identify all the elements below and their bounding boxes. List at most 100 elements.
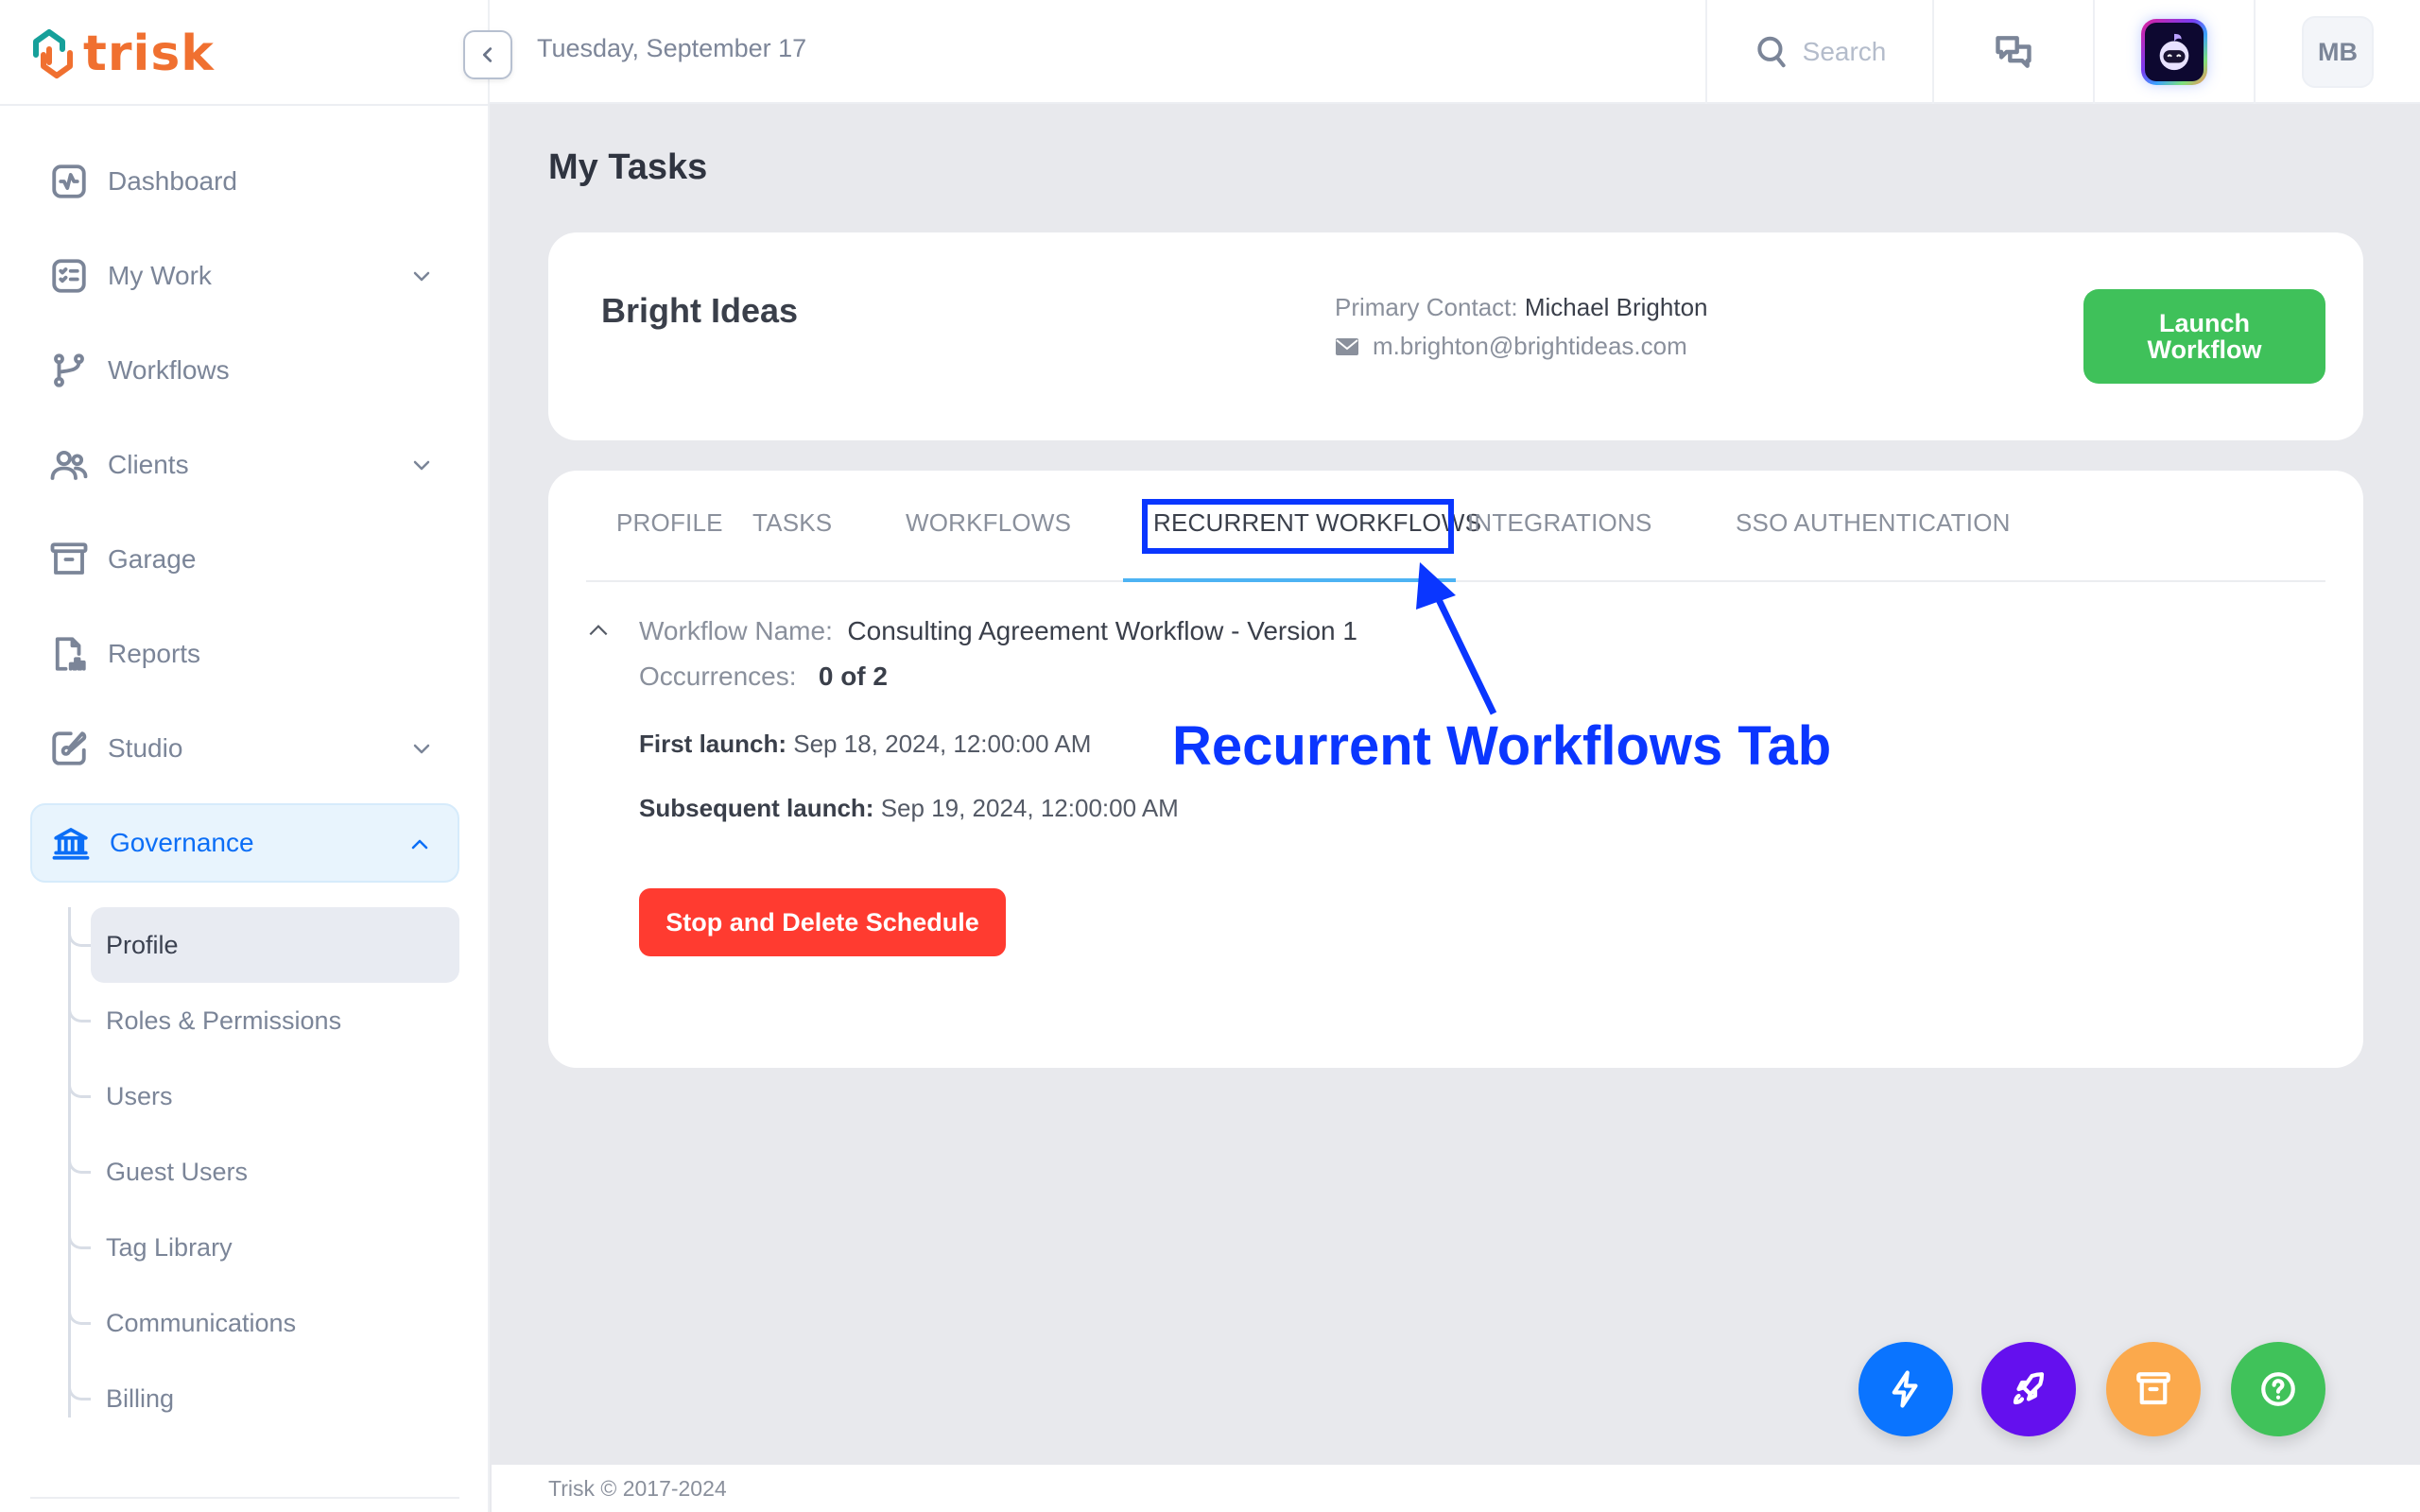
subsequent-launch-row: Subsequent launch: Sep 19, 2024, 12:00:0… xyxy=(639,794,1179,823)
chevron-down-icon[interactable] xyxy=(410,737,433,760)
avatar[interactable]: MB xyxy=(2302,16,2374,88)
occurrences-value: 0 of 2 xyxy=(818,662,888,691)
sidebar-item-studio[interactable]: Studio xyxy=(30,709,459,788)
submenu-item-label: Roles & Permissions xyxy=(106,1005,342,1035)
quick-action-fab[interactable] xyxy=(1858,1342,1953,1436)
user-menu[interactable]: MB xyxy=(2254,0,2420,104)
first-launch-value: Sep 18, 2024, 12:00:00 AM xyxy=(793,730,1092,758)
email-line: m.brighton@brightideas.com xyxy=(1335,332,1708,361)
sidebar-item-clients[interactable]: Clients xyxy=(30,425,459,505)
sidebar-item-label: Governance xyxy=(110,828,254,857)
sidebar-item-label: Studio xyxy=(108,733,183,763)
sidebar-item-label: Clients xyxy=(108,450,189,479)
submenu-item-users[interactable]: Users xyxy=(68,1058,459,1134)
chevron-down-icon[interactable] xyxy=(410,265,433,287)
sidebar-item-dashboard[interactable]: Dashboard xyxy=(30,142,459,221)
chat-button[interactable] xyxy=(1932,0,2093,104)
annotation-label: Recurrent Workflows Tab xyxy=(1172,715,1832,777)
tab-workflows[interactable]: WORKFLOWS xyxy=(906,508,1071,538)
divider xyxy=(30,1497,459,1499)
chevron-up-icon[interactable] xyxy=(408,833,431,856)
divider xyxy=(0,104,490,106)
tree-branch xyxy=(68,907,91,947)
help-fab[interactable] xyxy=(2231,1342,2325,1436)
primary-contact-line: Primary Contact: Michael Brighton xyxy=(1335,293,1708,322)
sidebar-item-label: Reports xyxy=(108,639,201,668)
archive-fab[interactable] xyxy=(2106,1342,2201,1436)
submenu-item-roles-permissions[interactable]: Roles & Permissions xyxy=(68,983,459,1058)
trisk-logo[interactable]: trisk xyxy=(28,21,215,87)
submenu-item-communications[interactable]: Communications xyxy=(68,1285,459,1361)
tree-branch xyxy=(68,983,91,1022)
tree-branch xyxy=(68,1285,91,1325)
top-header: Tuesday, September 17 Search MB xyxy=(463,0,2420,104)
git-branch-icon xyxy=(49,351,89,390)
sidebar-item-workflows[interactable]: Workflows xyxy=(30,331,459,410)
tab-sso-authentication[interactable]: SSO AUTHENTICATION xyxy=(1736,508,2011,538)
sidebar-item-label: Dashboard xyxy=(108,166,237,196)
help-icon xyxy=(2261,1372,2295,1406)
workflow-name-label: Workflow Name: xyxy=(639,616,833,645)
sidebar-item-reports[interactable]: Reports xyxy=(30,614,459,694)
workflow-name-row: Workflow Name: Consulting Agreement Work… xyxy=(639,616,1357,646)
chat-bubbles-icon xyxy=(1996,36,2031,68)
submenu-item-guest-users[interactable]: Guest Users xyxy=(68,1134,459,1210)
occurrences-row: Occurrences: 0 of 2 xyxy=(639,662,888,692)
sidebar-item-my-work[interactable]: My Work xyxy=(30,236,459,316)
search-placeholder: Search xyxy=(1802,37,1887,66)
stop-delete-schedule-button[interactable]: Stop and Delete Schedule xyxy=(639,888,1006,956)
current-date: Tuesday, September 17 xyxy=(537,34,807,62)
ai-assistant-button[interactable] xyxy=(2093,0,2254,104)
contact-email[interactable]: m.brighton@brightideas.com xyxy=(1373,332,1687,361)
lightning-icon xyxy=(1892,1370,1918,1408)
tree-branch xyxy=(68,1361,91,1400)
chevron-left-icon xyxy=(482,47,493,62)
footer: Trisk © 2017-2024 xyxy=(492,1465,2420,1512)
primary-contact-name: Michael Brighton xyxy=(1524,293,1708,321)
search-button[interactable]: Search xyxy=(1705,0,1932,104)
tree-branch xyxy=(68,1134,91,1174)
sidebar-item-garage[interactable]: Garage xyxy=(30,520,459,599)
page-title: My Tasks xyxy=(548,147,708,187)
first-launch-row: First launch: Sep 18, 2024, 12:00:00 AM xyxy=(639,730,1091,759)
submenu-item-label: Users xyxy=(106,1081,173,1110)
brush-icon xyxy=(49,729,89,768)
sidebar-item-label: Garage xyxy=(108,544,197,574)
report-icon xyxy=(49,634,89,674)
annotation-highlight-box xyxy=(1142,499,1454,554)
tab-profile[interactable]: PROFILE xyxy=(616,508,723,538)
chevron-up-icon xyxy=(589,625,608,636)
submenu-item-label: Communications xyxy=(106,1308,297,1337)
search-icon xyxy=(1756,36,1786,68)
tree-branch xyxy=(68,1210,91,1249)
client-summary-card: Bright Ideas Primary Contact: Michael Br… xyxy=(548,232,2363,440)
copyright: Trisk © 2017-2024 xyxy=(548,1476,727,1501)
governance-submenu: Profile Roles & Permissions Users Guest … xyxy=(68,907,459,1436)
sidebar-item-governance[interactable]: Governance xyxy=(30,803,459,883)
submenu-item-profile[interactable]: Profile xyxy=(68,907,459,983)
launch-fab[interactable] xyxy=(1981,1342,2076,1436)
archive-icon xyxy=(49,540,89,579)
submenu-item-label: Guest Users xyxy=(106,1157,249,1186)
workflow-name-value: Consulting Agreement Workflow - Version … xyxy=(847,616,1357,645)
collapse-workflow-button[interactable] xyxy=(586,618,624,656)
submenu-item-billing[interactable]: Billing xyxy=(68,1361,459,1436)
sidebar-item-label: My Work xyxy=(108,261,212,290)
subsequent-launch-value: Sep 19, 2024, 12:00:00 AM xyxy=(880,794,1179,822)
primary-contact: Primary Contact: Michael Brighton m.brig… xyxy=(1335,293,1708,361)
primary-contact-label: Primary Contact: xyxy=(1335,293,1518,321)
chevron-down-icon[interactable] xyxy=(410,454,433,476)
logo-text: trisk xyxy=(83,26,215,82)
occurrences-label: Occurrences: xyxy=(639,662,797,691)
sidebar-item-label: Workflows xyxy=(108,355,230,385)
tab-tasks[interactable]: TASKS xyxy=(752,508,832,538)
submenu-item-tag-library[interactable]: Tag Library xyxy=(68,1210,459,1285)
bank-icon xyxy=(51,823,91,863)
client-name: Bright Ideas xyxy=(601,291,799,330)
collapse-sidebar-button[interactable] xyxy=(463,30,512,79)
checklist-icon xyxy=(49,256,89,296)
launch-workflow-button[interactable]: Launch Workflow xyxy=(2083,289,2325,384)
pulse-icon xyxy=(49,162,89,201)
tab-integrations[interactable]: INTEGRATIONS xyxy=(1467,508,1651,538)
users-icon xyxy=(49,445,89,485)
